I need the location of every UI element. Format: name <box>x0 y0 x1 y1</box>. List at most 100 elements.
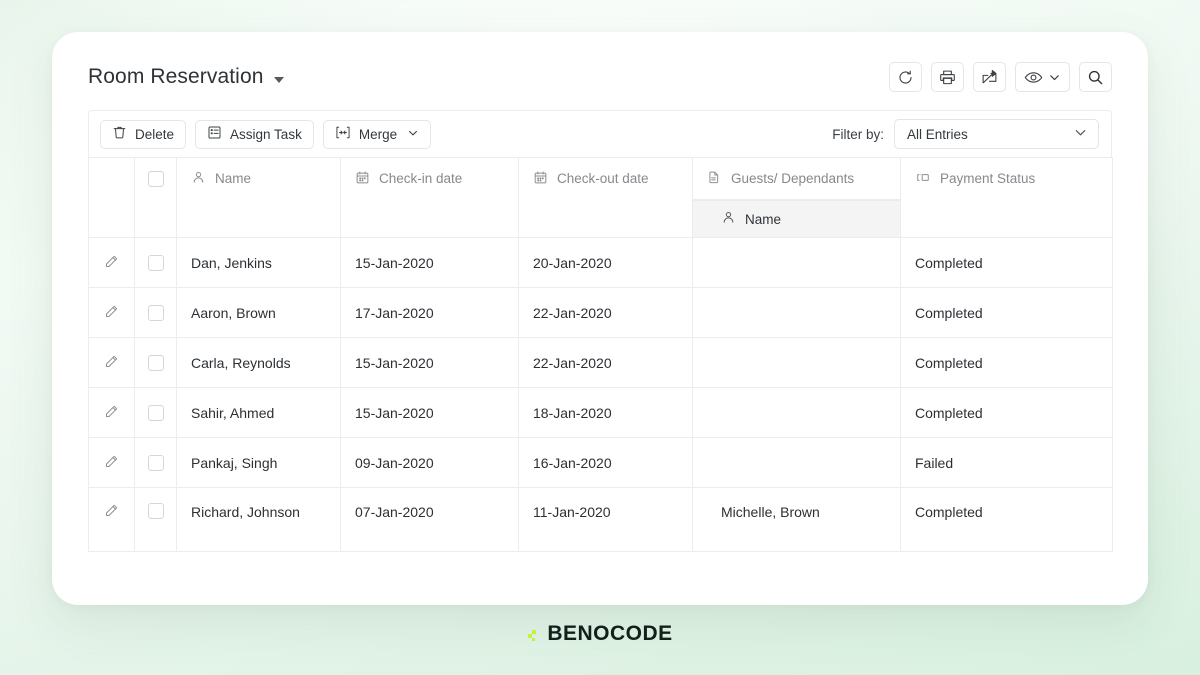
table-row: Sahir, Ahmed 15-Jan-2020 18-Jan-2020 Comple… <box>88 387 1113 438</box>
header-guests-label: Guests/ Dependants <box>731 171 855 186</box>
row-checkout: 20-Jan-2020 <box>518 237 693 288</box>
pencil-icon[interactable] <box>104 254 119 272</box>
merge-icon <box>335 125 351 143</box>
chevron-down-icon <box>1048 71 1061 84</box>
row-checkin: 15-Jan-2020 <box>340 387 519 438</box>
row-payment-text: Failed <box>915 454 954 471</box>
subheader-guest-name[interactable]: Name <box>692 199 901 238</box>
pencil-icon[interactable] <box>104 404 119 422</box>
refresh-button[interactable] <box>889 62 922 92</box>
chevron-down-icon <box>407 127 419 142</box>
header-toolbar <box>889 62 1112 92</box>
header-checkout[interactable]: Check-out date <box>518 157 693 238</box>
pencil-icon[interactable] <box>104 503 119 521</box>
row-checkout-text: 22-Jan-2020 <box>533 304 612 321</box>
row-checkin: 15-Jan-2020 <box>340 237 519 288</box>
header-name-label: Name <box>215 171 252 186</box>
filter-select[interactable]: All Entries <box>894 119 1099 149</box>
pencil-icon[interactable] <box>104 354 119 372</box>
delete-button[interactable]: Delete <box>100 119 187 149</box>
row-checkbox[interactable] <box>147 304 164 321</box>
pencil-icon[interactable] <box>104 454 119 472</box>
table-toolbar: Delete Assign Task Merge Filter by: All … <box>88 110 1112 157</box>
row-checkbox[interactable] <box>147 404 164 421</box>
eye-icon <box>1024 69 1043 86</box>
row-name-text: Dan, Jenkins <box>191 254 272 271</box>
footer-logo: BENOCODE <box>0 622 1200 646</box>
row-name-text: Richard, Johnson <box>191 504 300 520</box>
row-guest <box>692 287 901 338</box>
select-all-checkbox[interactable] <box>147 170 164 187</box>
share-icon <box>981 69 998 86</box>
row-name-text: Aaron, Brown <box>191 304 276 321</box>
print-button[interactable] <box>931 62 964 92</box>
merge-button[interactable]: Merge <box>322 119 432 149</box>
header-name[interactable]: Name <box>176 157 341 238</box>
row-guest <box>692 337 901 388</box>
assign-task-label: Assign Task <box>230 126 302 142</box>
header-payment[interactable]: Payment Status <box>900 157 1113 238</box>
row-select-cell[interactable] <box>134 237 177 288</box>
row-payment-text: Completed <box>915 504 983 520</box>
search-icon <box>1087 69 1104 86</box>
calendar-icon <box>533 170 548 188</box>
share-button[interactable] <box>973 62 1006 92</box>
row-edit-cell[interactable] <box>88 287 135 338</box>
page-title-group[interactable]: Room Reservation <box>88 65 284 89</box>
filter-selected-value: All Entries <box>907 126 968 142</box>
row-edit-cell[interactable] <box>88 437 135 488</box>
chevron-down-icon <box>1073 125 1088 143</box>
row-select-cell[interactable] <box>134 437 177 488</box>
printer-icon <box>939 69 956 86</box>
row-checkin: 17-Jan-2020 <box>340 287 519 338</box>
row-checkout-text: 18-Jan-2020 <box>533 404 612 421</box>
row-checkbox[interactable] <box>147 503 164 519</box>
status-tag-icon <box>915 170 931 188</box>
row-guest <box>692 437 901 488</box>
row-name-text: Carla, Reynolds <box>191 354 291 371</box>
view-button[interactable] <box>1015 62 1070 92</box>
card-header: Room Reservation <box>52 32 1148 92</box>
row-select-cell[interactable] <box>134 337 177 388</box>
row-checkout: 22-Jan-2020 <box>518 287 693 338</box>
row-guest <box>692 237 901 288</box>
table-row: Aaron, Brown 17-Jan-2020 22-Jan-2020 Comple… <box>88 287 1113 338</box>
pencil-icon[interactable] <box>104 304 119 322</box>
row-guest-text <box>693 238 900 287</box>
row-checkin: 15-Jan-2020 <box>340 337 519 388</box>
row-payment: Failed <box>900 437 1113 488</box>
row-guest <box>692 387 901 438</box>
row-edit-cell[interactable] <box>88 237 135 288</box>
trash-icon <box>112 125 127 143</box>
row-edit-cell[interactable] <box>88 487 135 552</box>
search-button[interactable] <box>1079 62 1112 92</box>
row-select-cell[interactable] <box>134 387 177 438</box>
header-guests[interactable]: Guests/ Dependants <box>692 157 901 200</box>
row-guest: Michelle, Brown <box>692 487 901 552</box>
table-header: Name Check-in date Check-out date Guests… <box>88 157 1113 238</box>
row-checkbox[interactable] <box>147 254 164 271</box>
row-select-cell[interactable] <box>134 287 177 338</box>
row-checkbox[interactable] <box>147 454 164 471</box>
filter-label: Filter by: <box>832 126 884 142</box>
row-edit-cell[interactable] <box>88 387 135 438</box>
subheader-guest-name-label: Name <box>745 211 782 227</box>
row-checkin-text: 09-Jan-2020 <box>355 454 434 471</box>
row-checkout-text: 22-Jan-2020 <box>533 354 612 371</box>
row-guest-text <box>693 388 900 437</box>
header-checkin-label: Check-in date <box>379 171 463 186</box>
row-checkbox[interactable] <box>147 354 164 371</box>
row-checkout-text: 20-Jan-2020 <box>533 254 612 271</box>
header-checkin[interactable]: Check-in date <box>340 157 519 238</box>
row-select-cell[interactable] <box>134 487 177 552</box>
chevron-down-icon[interactable] <box>273 76 284 83</box>
filter-group: Filter by: All Entries <box>832 119 1099 149</box>
table-row: Pankaj, Singh 09-Jan-2020 16-Jan-2020 Faile… <box>88 437 1113 488</box>
header-select-column <box>134 157 177 238</box>
row-name: Pankaj, Singh <box>176 437 341 488</box>
row-edit-cell[interactable] <box>88 337 135 388</box>
row-checkout: 11-Jan-2020 <box>518 487 693 552</box>
row-guest-text <box>693 438 900 487</box>
reservation-table: Name Check-in date Check-out date Guests… <box>88 157 1113 552</box>
assign-task-button[interactable]: Assign Task <box>195 119 314 149</box>
